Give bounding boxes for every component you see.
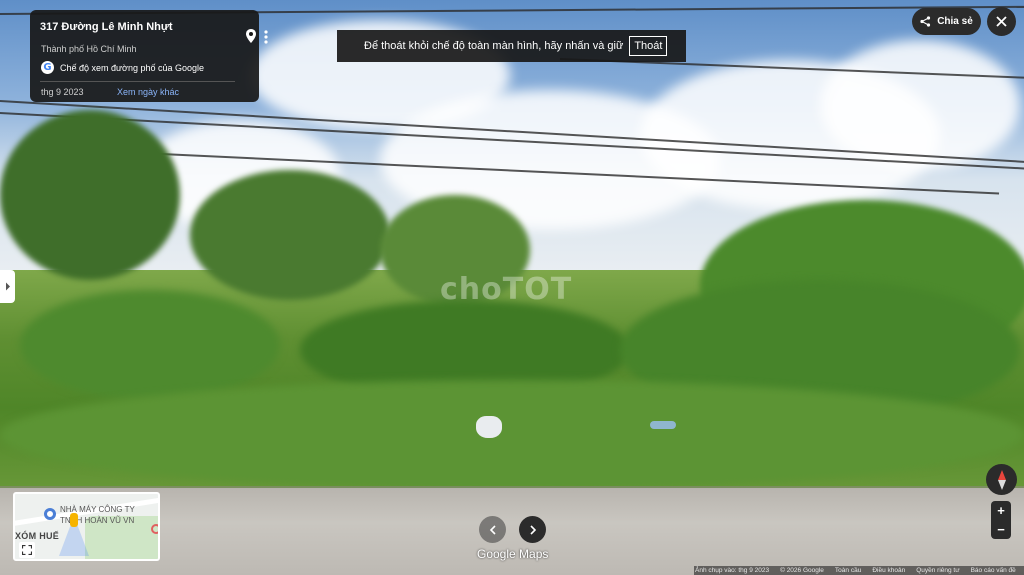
see-other-dates-link[interactable]: Xem ngày khác [117, 87, 179, 97]
footer-copyright: © 2026 Google [780, 567, 824, 574]
close-button[interactable] [987, 7, 1016, 36]
map-pin-icon[interactable] [244, 28, 258, 44]
minimap-poi-marker-icon [151, 524, 158, 534]
bush [0, 380, 1024, 490]
compass-icon [997, 469, 1006, 490]
close-icon [996, 16, 1007, 27]
share-button[interactable]: Chia sẻ [912, 8, 981, 35]
share-label: Chia sẻ [937, 16, 973, 27]
pegman-icon [70, 513, 78, 527]
minimap[interactable]: NHÀ MÁY CÔNG TY TNHH HOÀN VŨ VN XÓM HUẾ [13, 492, 160, 561]
bush [20, 290, 280, 400]
next-photo-button[interactable] [519, 516, 546, 543]
previous-photo-button[interactable] [479, 516, 506, 543]
fullscreen-hint: Để thoát khỏi chế độ toàn màn hình, hãy … [364, 40, 624, 52]
footer-report-link[interactable]: Báo cáo vấn đề [971, 567, 1016, 574]
plastic-bag [476, 416, 502, 438]
tree [190, 170, 390, 300]
capture-date: thg 9 2023 [41, 87, 84, 97]
exit-key-button[interactable]: Thoát [629, 36, 668, 56]
google-street-view-line: G Chế độ xem đường phố của Google [41, 61, 204, 74]
tree [0, 110, 180, 280]
chevron-left-icon [489, 524, 496, 535]
minimap-area-label: XÓM HUẾ [15, 531, 60, 541]
chevron-right-icon [5, 282, 10, 291]
footer-bar: Ảnh chụp vào: thg 9 2023 © 2026 Google T… [694, 566, 1024, 575]
location-info-card: 317 Đường Lê Minh Nhựt Thành phố Hồ Chí … [30, 10, 268, 102]
google-maps-logo: Google Maps [477, 547, 549, 561]
zoom-control: + − [991, 501, 1011, 539]
fullscreen-icon [22, 545, 32, 555]
more-vert-icon[interactable] [261, 29, 271, 45]
zoom-out-button[interactable]: − [997, 523, 1005, 536]
google-g-icon: G [41, 61, 54, 74]
footer-global-link[interactable]: Toàn cầu [835, 567, 861, 574]
divider [40, 81, 235, 82]
zoom-in-button[interactable]: + [997, 504, 1005, 517]
city-subtitle: Thành phố Hồ Chí Minh [41, 44, 137, 54]
expand-map-button[interactable] [19, 542, 35, 558]
footer-terms-link[interactable]: Điều khoản [872, 567, 905, 574]
expand-side-panel-button[interactable] [0, 270, 15, 303]
chevron-right-icon [529, 524, 536, 535]
minimap-poi-icon [44, 508, 56, 520]
share-icon [920, 16, 931, 27]
footer-privacy-link[interactable]: Quyền riêng tư [916, 567, 959, 574]
address-title: 317 Đường Lê Minh Nhựt [40, 21, 173, 33]
footer-capture-date: Ảnh chụp vào: thg 9 2023 [695, 567, 770, 574]
litter [650, 421, 676, 429]
street-view-label: Chế độ xem đường phố của Google [60, 62, 205, 73]
compass-button[interactable] [986, 464, 1017, 495]
fullscreen-exit-banner: Để thoát khỏi chế độ toàn màn hình, hãy … [337, 30, 686, 62]
watermark: choTOT [440, 272, 573, 307]
